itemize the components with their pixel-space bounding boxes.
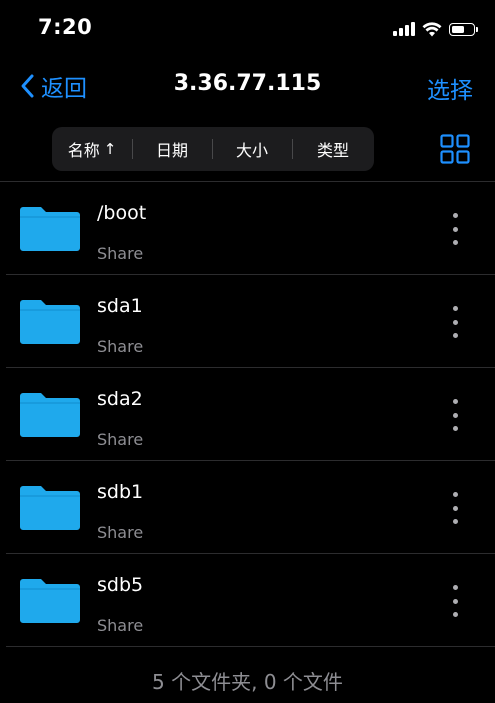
battery-icon bbox=[449, 22, 478, 36]
sort-name-label: 名称 bbox=[67, 141, 100, 160]
file-name: sda1 bbox=[97, 295, 143, 317]
folder-count-summary: 5 个文件夹, 0 个文件 bbox=[152, 670, 343, 694]
back-label: 返回 bbox=[41, 76, 87, 102]
row-divider bbox=[6, 646, 495, 647]
sort-size-label: 大小 bbox=[235, 141, 268, 160]
sort-segmented-control: 名称 ↑ 日期 大小 类型 bbox=[52, 127, 374, 171]
sort-by-type-button[interactable]: 类型 bbox=[292, 127, 374, 171]
file-subtitle: Share bbox=[97, 337, 144, 356]
list-item[interactable]: sdb5 Share bbox=[0, 554, 495, 646]
sort-by-date-button[interactable]: 日期 bbox=[132, 127, 212, 171]
sort-by-name-button[interactable]: 名称 ↑ bbox=[52, 127, 132, 171]
nav-bar: 返回 3.36.77.115 选择 bbox=[0, 60, 495, 112]
file-subtitle: Share bbox=[97, 523, 144, 542]
list-item[interactable]: sda2 Share bbox=[0, 368, 495, 460]
back-button[interactable]: 返回 bbox=[18, 69, 87, 103]
more-options-icon[interactable] bbox=[443, 306, 467, 338]
files-screen: 7:20 返回 3.36.77.115 选择 名称 ↑ 日期 大小 类型 /bo… bbox=[0, 0, 495, 703]
chevron-left-icon bbox=[21, 74, 34, 98]
folder-icon bbox=[20, 579, 80, 623]
sort-ascending-icon: ↑ bbox=[103, 140, 117, 158]
more-options-icon[interactable] bbox=[443, 492, 467, 524]
status-bar: 7:20 bbox=[0, 0, 495, 56]
more-options-icon[interactable] bbox=[443, 399, 467, 431]
list-item[interactable]: /boot Share bbox=[0, 182, 495, 274]
file-name: /boot bbox=[97, 202, 147, 224]
list-item[interactable]: sdb1 Share bbox=[0, 461, 495, 553]
folder-icon bbox=[20, 300, 80, 344]
file-subtitle: Share bbox=[97, 616, 144, 635]
file-name: sdb1 bbox=[97, 481, 144, 503]
folder-icon bbox=[20, 393, 80, 437]
select-button[interactable]: 选择 bbox=[427, 71, 473, 105]
list-item[interactable]: sda1 Share bbox=[0, 275, 495, 367]
status-icons bbox=[393, 20, 478, 38]
file-name: sdb5 bbox=[97, 574, 144, 596]
more-options-icon[interactable] bbox=[443, 585, 467, 617]
folder-icon bbox=[20, 486, 80, 530]
status-time: 7:20 bbox=[38, 15, 93, 39]
file-name: sda2 bbox=[97, 388, 143, 410]
grid-view-icon[interactable] bbox=[440, 134, 470, 164]
more-options-icon[interactable] bbox=[443, 213, 467, 245]
wifi-icon bbox=[422, 21, 442, 36]
folder-icon bbox=[20, 207, 80, 251]
signal-icon bbox=[393, 22, 415, 36]
sort-date-label: 日期 bbox=[155, 141, 188, 160]
sort-by-size-button[interactable]: 大小 bbox=[212, 127, 292, 171]
file-subtitle: Share bbox=[97, 244, 144, 263]
sort-type-label: 类型 bbox=[316, 141, 349, 160]
file-subtitle: Share bbox=[97, 430, 144, 449]
file-list: /boot Share sda1 Share sda2 Share sdb1 S… bbox=[0, 181, 495, 647]
